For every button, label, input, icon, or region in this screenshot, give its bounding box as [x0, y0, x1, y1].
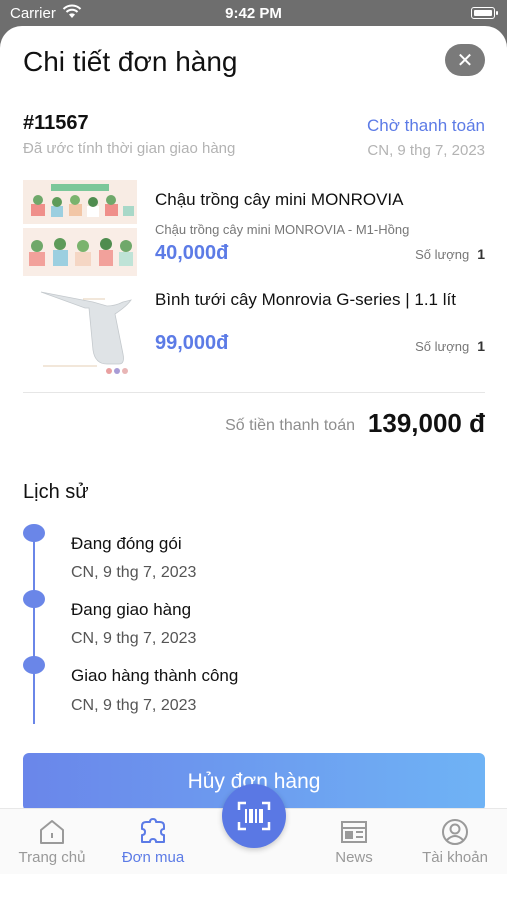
tab-orders[interactable]: Đơn mua [108, 809, 198, 875]
product-name: Bình tưới cây Monrovia G-series | 1.1 lí… [155, 290, 456, 309]
tab-label: Trang chủ [18, 849, 86, 866]
order-subtitle: Đã ước tính thời gian giao hàng [23, 140, 236, 157]
product-item[interactable]: Chậu trồng cây mini MONROVIA Chậu trồng … [23, 180, 485, 276]
tab-label: Tài khoản [422, 849, 488, 866]
order-date: CN, 9 thg 7, 2023 [367, 142, 485, 159]
home-icon [40, 820, 64, 844]
status-bar: Carrier 9:42 PM [0, 0, 507, 28]
clock: 9:42 PM [225, 5, 282, 22]
order-id: #11567 [23, 112, 89, 134]
timeline-dot [23, 590, 45, 608]
timeline-event-title: Giao hàng thành công [71, 666, 239, 685]
timeline-event-date: CN, 9 thg 7, 2023 [71, 564, 197, 581]
timeline-event-title: Đang đóng gói [71, 534, 182, 553]
tab-label: Đơn mua [121, 849, 185, 866]
product-quantity: Số lượng 1 [415, 338, 485, 354]
battery-icon [471, 7, 498, 19]
timeline-event-date: CN, 9 thg 7, 2023 [71, 697, 197, 714]
product-variant: Chậu trồng cây mini MONROVIA - M1-Hồng [155, 222, 410, 237]
timeline-dot [23, 524, 45, 542]
scan-icon [237, 801, 271, 831]
product-image [23, 180, 137, 276]
quantity-label: Số lượng [415, 247, 470, 262]
product-item[interactable]: Bình tưới cây Monrovia G-series | 1.1 lí… [23, 280, 485, 376]
close-icon: ✕ [456, 49, 474, 72]
product-name: Chậu trồng cây mini MONROVIA [155, 190, 404, 209]
tab-label: News [335, 849, 373, 866]
tab-news[interactable]: News [309, 809, 399, 875]
quantity-value: 1 [477, 246, 485, 262]
history-title: Lịch sử [23, 481, 89, 503]
timeline-dot [23, 656, 45, 674]
page-title: Chi tiết đơn hàng [23, 46, 238, 77]
product-price: 40,000đ [155, 242, 229, 264]
product-image [23, 280, 137, 376]
timeline-line [33, 532, 35, 724]
product-price: 99,000đ [155, 332, 229, 354]
account-icon [442, 819, 468, 845]
divider [23, 392, 485, 393]
product-quantity: Số lượng 1 [415, 246, 485, 262]
quantity-value: 1 [477, 338, 485, 354]
timeline-event-title: Đang giao hàng [71, 600, 192, 619]
quantity-label: Số lượng [415, 339, 470, 354]
total-label: Số tiền thanh toán [225, 417, 355, 434]
order-detail-sheet: Chi tiết đơn hàng ✕ #11567 Đã ước tính t… [0, 26, 507, 900]
news-icon [341, 821, 367, 843]
tab-home[interactable]: Trang chủ [7, 809, 97, 875]
tab-account[interactable]: Tài khoản [410, 809, 500, 875]
close-button[interactable]: ✕ [445, 44, 485, 76]
timeline-event-date: CN, 9 thg 7, 2023 [71, 630, 197, 647]
order-status: Chờ thanh toán [367, 116, 485, 135]
total-value: 139,000 đ [367, 408, 485, 438]
scan-button[interactable] [222, 784, 286, 848]
order-icon [141, 818, 165, 843]
